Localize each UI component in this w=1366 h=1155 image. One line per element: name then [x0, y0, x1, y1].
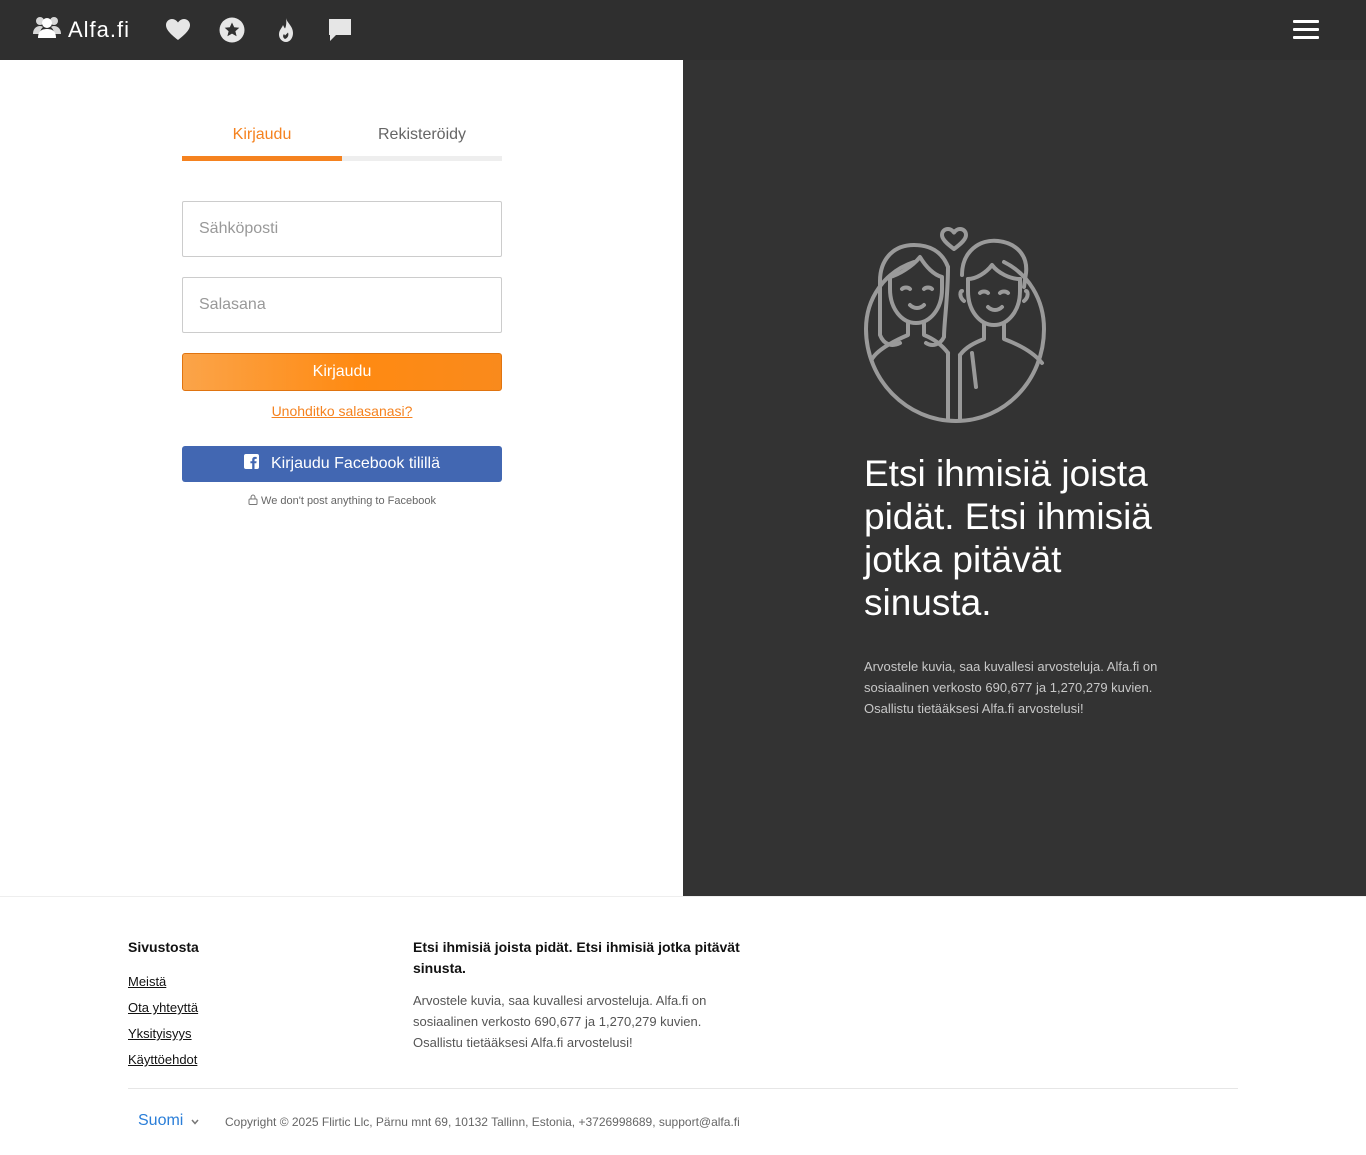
brand-name: Alfa.fi — [68, 16, 131, 42]
auth-tabs: Kirjaudu Rekisteröidy — [182, 120, 502, 161]
hero-title: Etsi ihmisiä joista pidät. Etsi ihmisiä … — [864, 453, 1152, 623]
top-navigation-bar: Alfa.fi — [0, 0, 1366, 60]
chat-icon[interactable] — [326, 16, 354, 44]
facebook-icon — [244, 454, 271, 474]
footer-about-text: Arvostele kuvia, saa kuvallesi arvostelu… — [413, 993, 707, 1050]
flame-icon[interactable] — [272, 16, 300, 44]
footer-heading: Sivustosta — [128, 939, 199, 955]
language-label: Suomi — [138, 1112, 184, 1129]
login-panel: Kirjaudu Rekisteröidy Kirjaudu Unohditko… — [0, 60, 683, 896]
password-field[interactable] — [182, 277, 502, 333]
facebook-note-text: We don't post anything to Facebook — [261, 495, 436, 507]
facebook-login-label: Kirjaudu Facebook tilillä — [271, 455, 440, 472]
language-selector[interactable]: Suomi — [138, 1112, 199, 1130]
footer-divider — [128, 1088, 1238, 1089]
tab-login[interactable]: Kirjaudu — [182, 120, 342, 161]
star-icon[interactable] — [218, 16, 246, 44]
forgot-password-link[interactable]: Unohditko salasanasi? — [182, 403, 502, 419]
facebook-login-button[interactable]: Kirjaudu Facebook tilillä — [182, 446, 502, 482]
facebook-privacy-note: We don't post anything to Facebook — [182, 494, 502, 508]
brand-logo-link[interactable]: Alfa.fi — [32, 14, 130, 45]
chevron-down-icon — [183, 1112, 199, 1130]
copyright-text: Copyright © 2025 Flirtic Llc, Pärnu mnt … — [225, 1115, 740, 1129]
login-button[interactable]: Kirjaudu — [182, 353, 502, 391]
users-icon — [32, 14, 62, 45]
footer-link-about[interactable]: Meistä — [128, 974, 166, 989]
footer-link-terms[interactable]: Käyttöehdot — [128, 1052, 197, 1067]
hero-panel: Etsi ihmisiä joista pidät. Etsi ihmisiä … — [683, 60, 1366, 896]
footer-link-contact[interactable]: Ota yhteyttä — [128, 1000, 198, 1015]
lock-icon — [248, 494, 261, 508]
tab-register[interactable]: Rekisteröidy — [342, 120, 502, 161]
menu-icon[interactable] — [1293, 20, 1319, 40]
email-field[interactable] — [182, 201, 502, 257]
heart-icon[interactable] — [164, 16, 192, 44]
footer-link-privacy[interactable]: Yksityisyys — [128, 1026, 192, 1041]
hero-description: Arvostele kuvia, saa kuvallesi arvostelu… — [864, 659, 1158, 716]
site-footer: Sivustosta Meistä Ota yhteyttä Yksityisy… — [0, 896, 1366, 1155]
footer-about-title: Etsi ihmisiä joista pidät. Etsi ihmisiä … — [413, 939, 740, 976]
